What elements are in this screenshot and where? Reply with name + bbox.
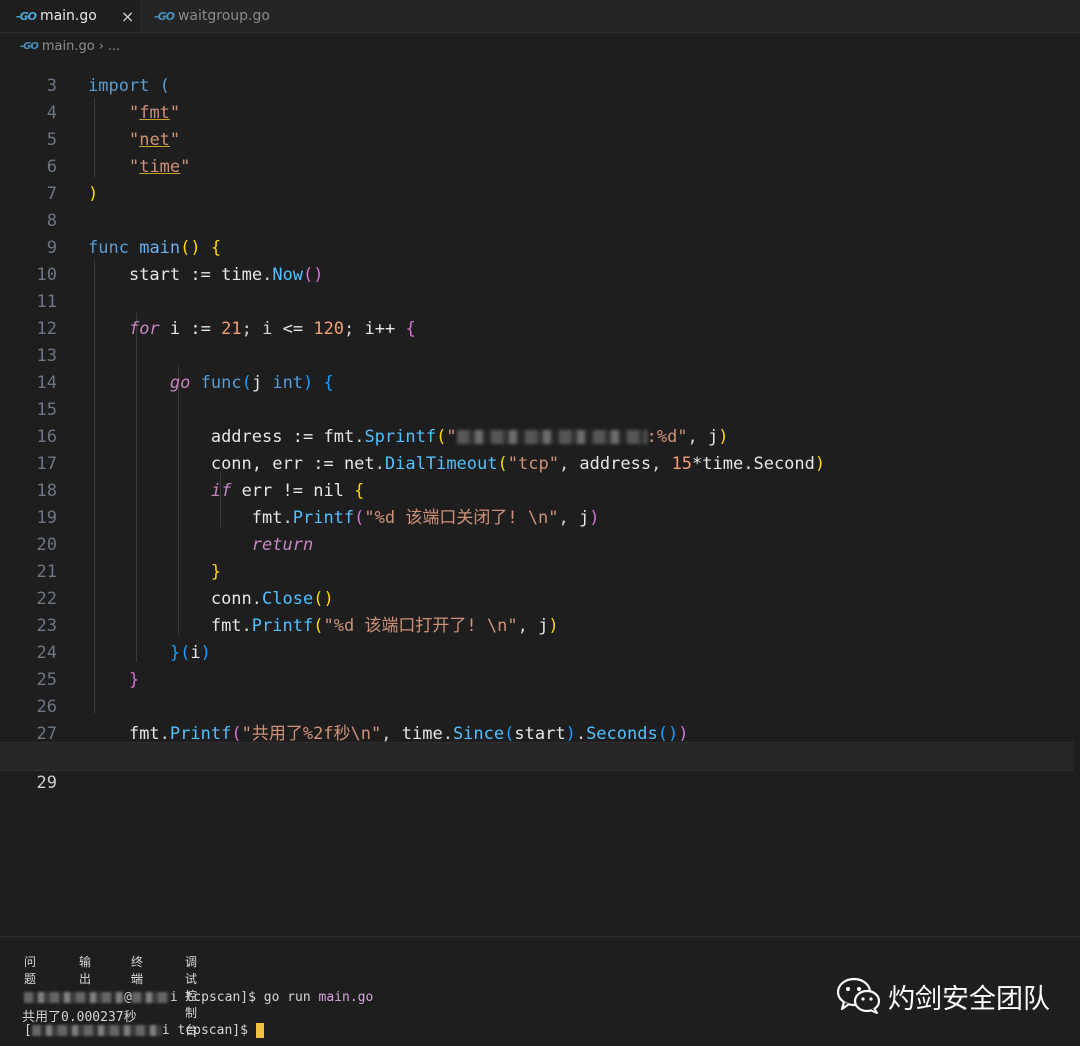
breadcrumb-rest[interactable]: ... <box>108 39 120 54</box>
chevron-right-icon: › <box>98 38 104 54</box>
code-line: 27 fmt.Printf("共用了%2f秒\n", time.Since(st… <box>36 724 689 744</box>
code-line: 11 <box>36 292 57 312</box>
code-line: 13 <box>36 346 57 366</box>
breadcrumb: -GO main.go › ... <box>0 33 1080 59</box>
code-line: 5 "net" <box>46 130 181 150</box>
code-line: 19 fmt.Printf("%d 该端口关闭了! \n", j) <box>36 508 600 528</box>
go-file-icon: -GO <box>20 40 39 52</box>
code-line: 25 } <box>36 670 140 690</box>
breadcrumb-file[interactable]: main.go <box>42 39 95 54</box>
terminal-cursor <box>255 1023 264 1038</box>
code-line: 16 address := fmt.Sprintf(":%d", j) <box>36 427 729 447</box>
code-line: 7) <box>46 184 99 204</box>
code-line: 9 func main() { <box>46 238 222 258</box>
redacted-user-host <box>31 1025 162 1036</box>
code-line: 26 <box>36 697 57 717</box>
tab-label: waitgroup.go <box>177 8 270 24</box>
code-line: 17 conn, err := net.DialTimeout("tcp", a… <box>36 454 826 474</box>
wechat-icon <box>836 977 881 1014</box>
go-file-icon: -GO <box>154 9 175 23</box>
tab-problems[interactable]: 问题 <box>24 953 36 987</box>
code-line-current[interactable]: 29 <box>0 742 1074 793</box>
tab-terminal[interactable]: 终端 <box>131 953 144 987</box>
code-line: 18 if err != nil { <box>36 481 365 501</box>
code-line: 21 } <box>36 562 222 582</box>
code-line: 24 }(i) <box>36 643 211 663</box>
close-icon[interactable]: × <box>121 7 134 26</box>
code-line: 14 go func(j int) { <box>36 373 334 393</box>
code-line: 4 "fmt" <box>46 103 181 123</box>
go-file-icon: -GO <box>16 9 37 23</box>
code-line: 8 <box>46 211 57 231</box>
terminal-line: @ i tcpscan]$ go run main.go <box>24 990 373 1005</box>
redacted-host <box>131 992 170 1003</box>
tab-waitgroup-go[interactable]: -GO waitgroup.go <box>150 0 270 32</box>
code-line: 12 for i := 21; i <= 120; i++ { <box>36 319 416 339</box>
tab-label: main.go <box>39 8 97 24</box>
code-line: 23 fmt.Printf("%d 该端口打开了! \n", j) <box>36 616 559 636</box>
watermark: 灼剑安全团队 <box>836 975 1050 1017</box>
tab-output[interactable]: 输出 <box>79 953 91 987</box>
code-line: 15 <box>36 400 57 420</box>
code-editor[interactable]: 3 import ( 4 "fmt" 5 "net" 6 "time" 7) 8 … <box>0 44 1080 934</box>
tab-main-go[interactable]: -GO main.go × <box>0 0 140 32</box>
watermark-text: 灼剑安全团队 <box>888 983 1050 1015</box>
code-line: 20 return <box>36 535 314 555</box>
editor-tab-bar: -GO main.go × -GO waitgroup.go <box>0 0 1080 33</box>
redacted-user <box>24 992 124 1003</box>
code-line: 10 start := time.Now() <box>36 265 324 285</box>
code-line: 22 conn.Close() <box>36 589 334 609</box>
code-line: 6 "time" <box>46 157 191 177</box>
terminal-line[interactable]: [i tcpscan]$ <box>24 1023 264 1038</box>
